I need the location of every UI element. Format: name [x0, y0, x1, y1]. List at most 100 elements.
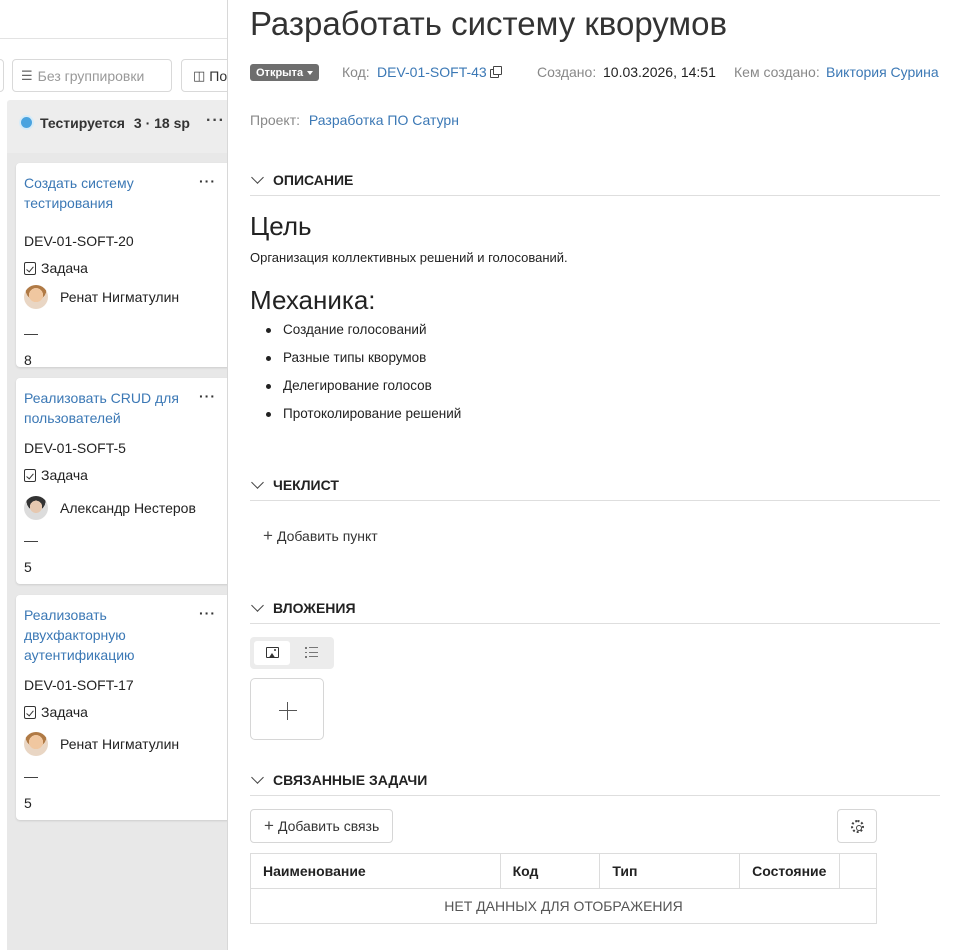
page-title[interactable]: Разработать систему кворумов [250, 2, 727, 46]
add-checklist-item-button[interactable]: + Добавить пункт [263, 526, 378, 545]
card-assignee: Ренат Нигматулин [24, 280, 179, 314]
column-title: Тестируется [40, 114, 125, 131]
avatar [24, 732, 48, 756]
chevron-down-icon [251, 771, 264, 784]
task-card[interactable]: Создать систему тестирования ··· DEV-01-… [16, 163, 230, 368]
status-badge[interactable]: Открыта [250, 64, 320, 81]
view-label: По [209, 67, 228, 84]
section-title: Связанные задачи [273, 772, 428, 788]
card-more-icon[interactable]: ··· [199, 173, 216, 189]
task-meta: Открыта Код: DEV-01-SOFT-43 Создано: 10.… [250, 63, 958, 83]
task-card[interactable]: Реализовать CRUD для пользователей ··· D… [16, 378, 230, 584]
card-type: Задача [24, 260, 88, 276]
chevron-down-icon [307, 70, 314, 75]
list-item: Делегирование голосов [265, 378, 461, 406]
add-link-button[interactable]: + Добавить связь [250, 809, 393, 843]
gear-icon [851, 820, 864, 833]
kanban-board: ☰ Без группировки ◫ По Тестируется 3 · 1… [0, 0, 230, 950]
attachments-view-toggle [250, 637, 334, 669]
add-link-label: Добавить связь [277, 818, 380, 834]
author-link[interactable]: Виктория Сурина [826, 64, 939, 80]
card-type: Задача [24, 467, 88, 483]
column-status-dot [19, 115, 34, 130]
card-more-icon[interactable]: ··· [199, 388, 216, 404]
section-checklist-header[interactable]: Чеклист [250, 476, 940, 501]
card-title[interactable]: Создать систему тестирования [24, 173, 184, 213]
card-type: Задача [24, 704, 88, 720]
image-icon [266, 647, 279, 658]
grouping-select[interactable]: ☰ Без группировки [12, 59, 172, 92]
task-code[interactable]: DEV-01-SOFT-43 [377, 64, 487, 80]
avatar [24, 496, 48, 520]
card-title[interactable]: Реализовать CRUD для пользователей [24, 388, 184, 428]
toolbar-left-button[interactable] [0, 59, 4, 92]
copy-icon[interactable] [490, 66, 502, 78]
list-item: Создание голосований [265, 322, 461, 350]
section-attachments-header[interactable]: Вложения [250, 599, 940, 624]
assignee-name: Ренат Нигматулин [60, 736, 180, 752]
card-code: DEV-01-SOFT-17 [24, 677, 134, 693]
task-card[interactable]: Реализовать двухфакторную аутентификацию… [16, 595, 230, 820]
table-empty-row: НЕТ ДАННЫХ ДЛЯ ОТОБРАЖЕНИЯ [251, 889, 877, 924]
column-header-code[interactable]: Код [500, 853, 601, 889]
related-tasks-table: Наименование Код Тип Состояние НЕТ ДАННЫ… [250, 853, 877, 924]
checkbox-icon [24, 705, 36, 719]
assignee-name: Ренат Нигматулин [60, 289, 180, 305]
card-story-points: 5 [24, 795, 32, 811]
card-dash: — [24, 768, 38, 784]
task-detail-panel: Разработать систему кворумов Открыта Код… [228, 0, 958, 950]
project-link[interactable]: Разработка ПО Сатурн [309, 112, 459, 128]
checkbox-icon [24, 468, 36, 482]
assignee-name: Александр Нестеров [60, 500, 196, 516]
description-heading-mechanics: Механика: [250, 285, 376, 315]
created-label: Создано: [537, 64, 597, 80]
column-header: Тестируется 3 · 18 sp [7, 100, 230, 145]
card-assignee: Александр Нестеров [24, 491, 196, 525]
add-attachment-button[interactable] [250, 678, 324, 740]
add-checklist-item-label: Добавить пункт [276, 528, 378, 544]
checkbox-icon [24, 261, 36, 275]
list-icon[interactable] [305, 647, 318, 658]
section-title: Описание [273, 172, 354, 188]
column-header-type[interactable]: Тип [599, 853, 741, 889]
card-type-label: Задача [41, 260, 88, 276]
card-title[interactable]: Реализовать двухфакторную аутентификацию [24, 605, 184, 665]
list-item: Разные типы кворумов [265, 350, 461, 378]
list-item: Протоколирование решений [265, 406, 461, 434]
column-header-state[interactable]: Состояние [739, 853, 841, 889]
card-code: DEV-01-SOFT-5 [24, 440, 126, 456]
card-type-label: Задача [41, 467, 88, 483]
author-label: Кем создано: [734, 64, 820, 80]
column-header-name[interactable]: Наименование [250, 853, 501, 889]
project-row: Проект: Разработка ПО Сатурн [250, 112, 459, 128]
grouping-placeholder: Без группировки [37, 67, 145, 84]
columns-icon: ◫ [193, 67, 206, 83]
view-select[interactable]: ◫ По [181, 59, 230, 92]
created-value: 10.03.2026, 14:51 [603, 64, 716, 80]
empty-state-text: НЕТ ДАННЫХ ДЛЯ ОТОБРАЖЕНИЯ [444, 898, 683, 914]
card-story-points: 5 [24, 559, 32, 575]
card-dash: — [24, 532, 38, 548]
column-header-extra [839, 853, 877, 889]
section-description-header[interactable]: Описание [250, 171, 940, 196]
board-column-testing: Тестируется 3 · 18 sp ··· Создать систем… [7, 100, 230, 950]
section-title: Вложения [273, 600, 356, 616]
card-story-points: 8 [24, 352, 32, 368]
section-title: Чеклист [273, 477, 339, 493]
column-more-icon[interactable]: ··· [206, 112, 225, 130]
status-label: Открыта [256, 66, 304, 79]
code-label: Код: [342, 64, 370, 80]
card-code: DEV-01-SOFT-20 [24, 233, 134, 249]
gallery-view-button[interactable] [254, 641, 290, 665]
card-more-icon[interactable]: ··· [199, 605, 216, 621]
avatar [24, 285, 48, 309]
board-header-divider [0, 38, 230, 39]
table-header-row: Наименование Код Тип Состояние [250, 853, 877, 889]
column-count: 3 · 18 sp [133, 114, 190, 131]
column-body: Создать систему тестирования ··· DEV-01-… [7, 153, 230, 950]
plus-icon: + [264, 816, 274, 835]
card-dash: — [24, 325, 38, 341]
table-settings-button[interactable] [837, 809, 877, 843]
section-related-header[interactable]: Связанные задачи [250, 771, 940, 796]
plus-icon: + [263, 526, 273, 545]
